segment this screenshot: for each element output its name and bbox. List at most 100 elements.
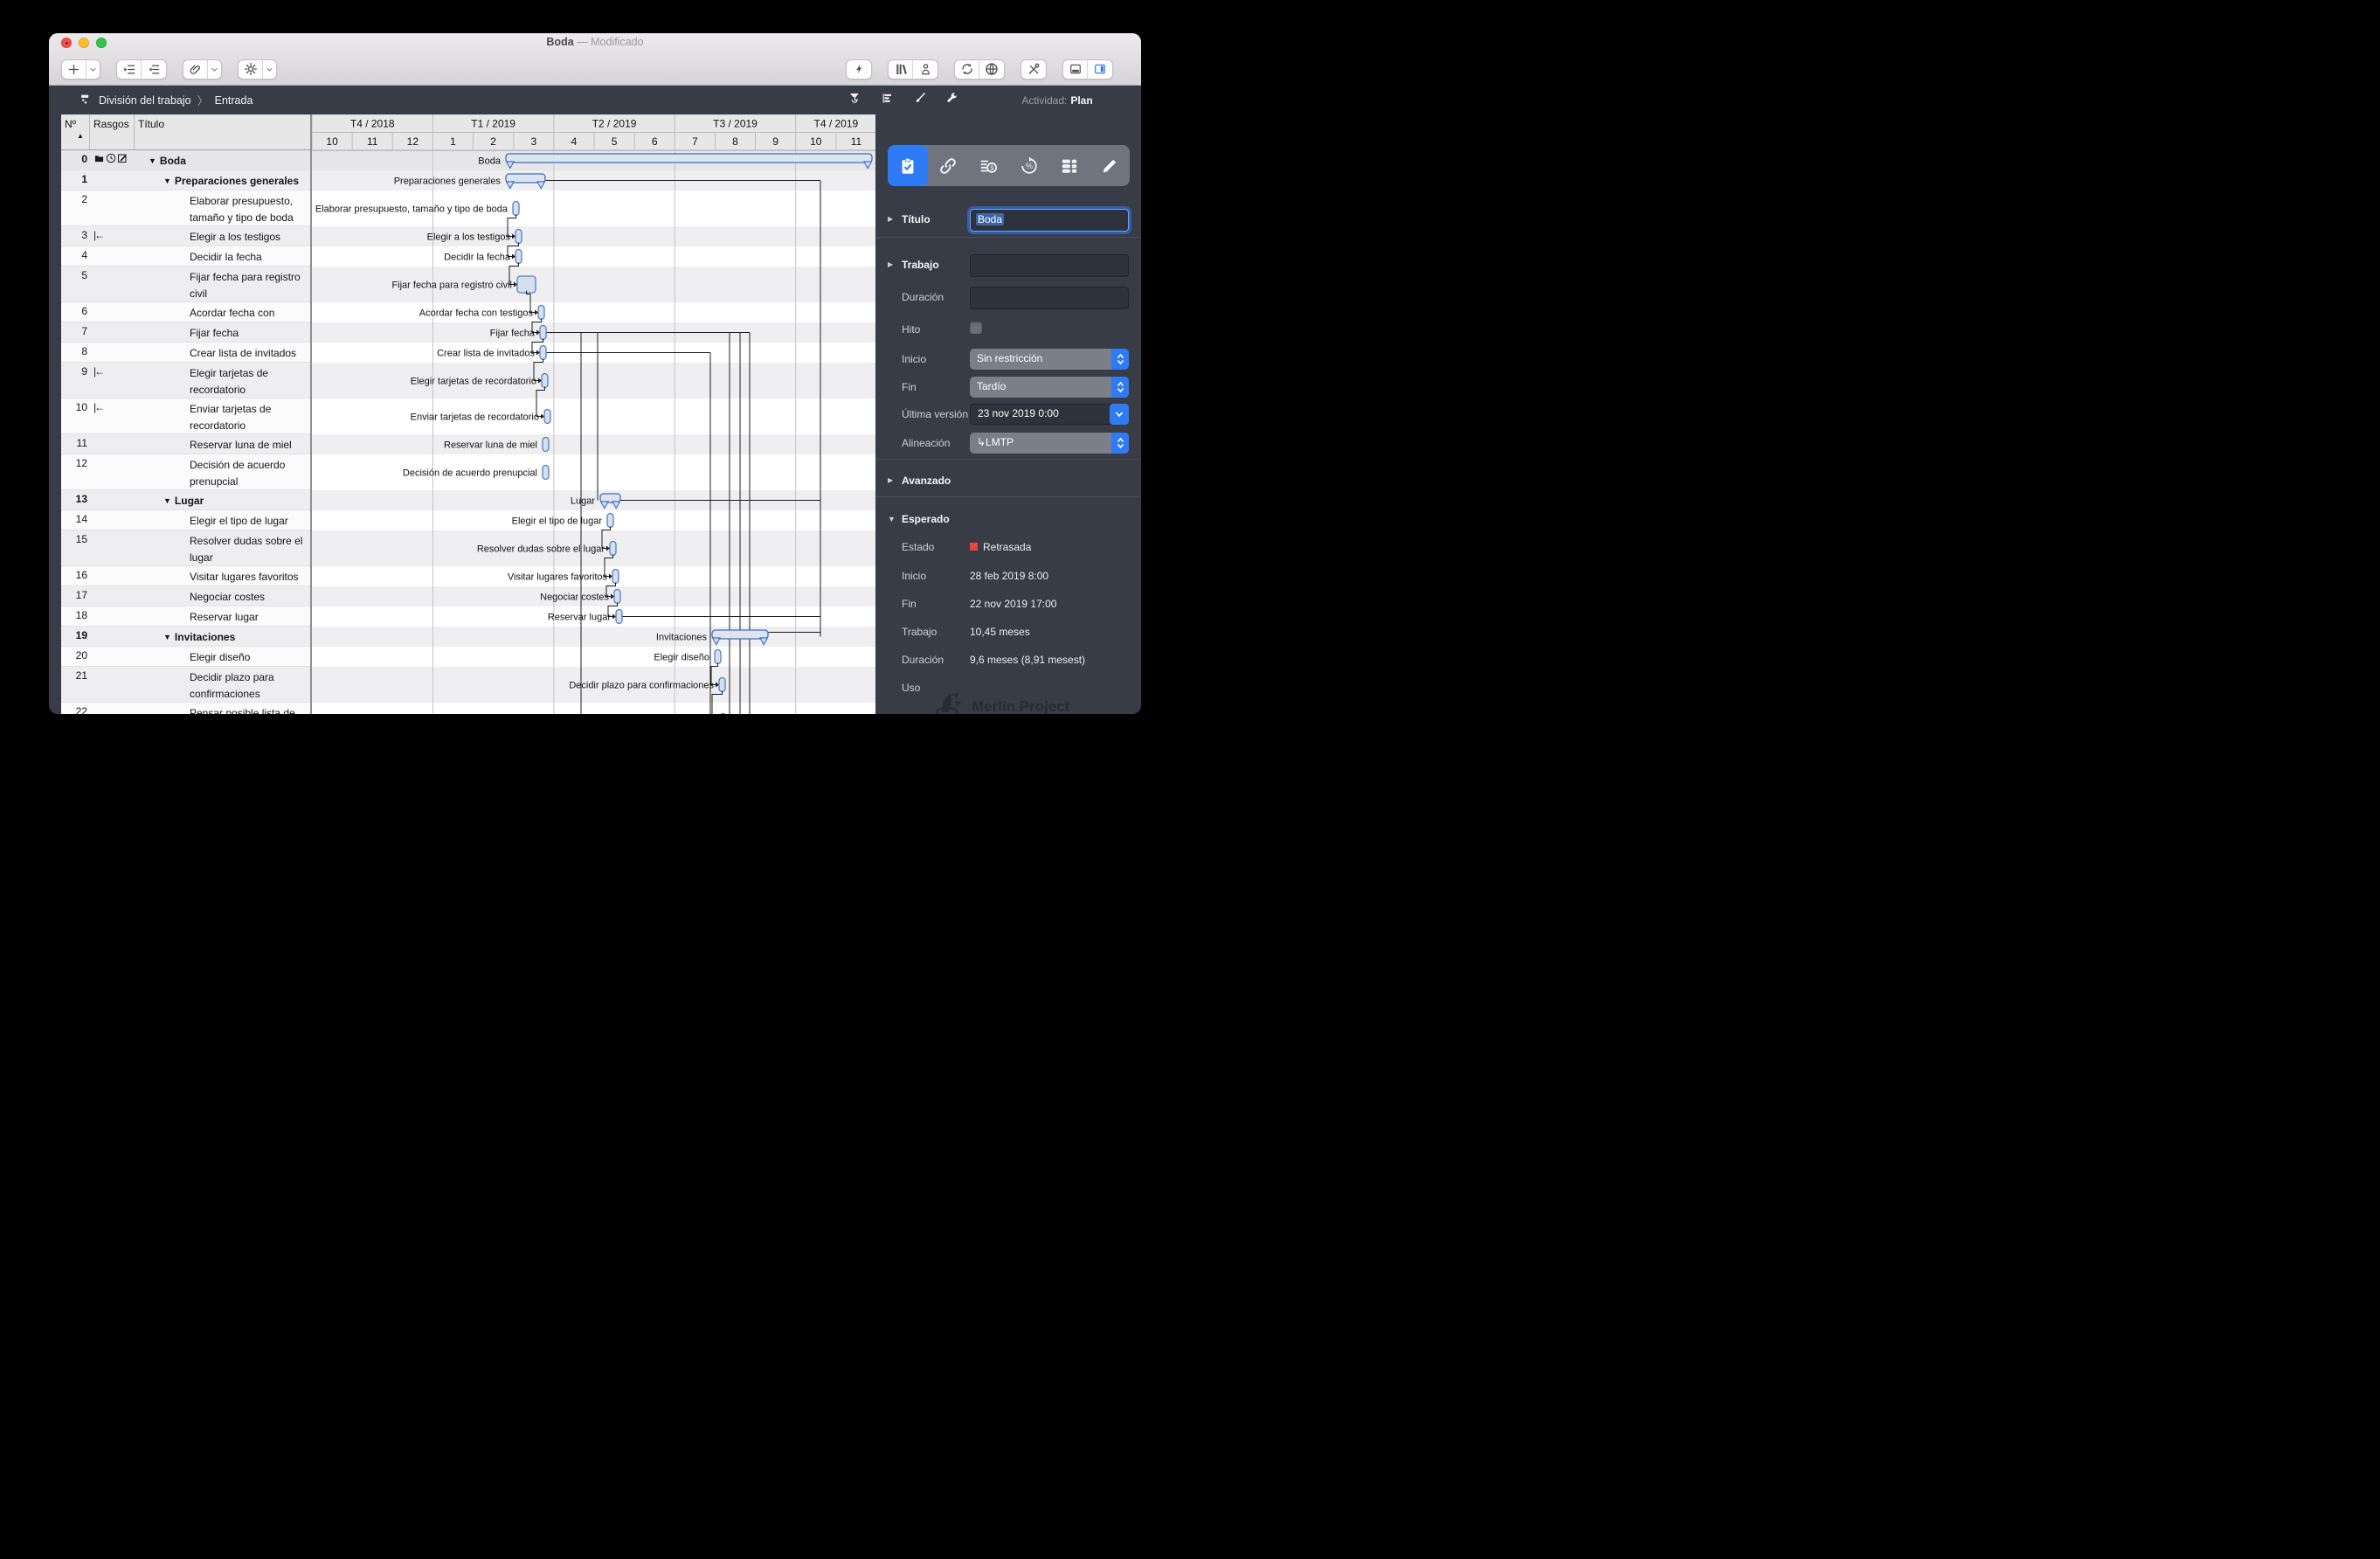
breadcrumb[interactable]: División del trabajo 〉 Entrada: [80, 86, 253, 114]
row-rasgos: [90, 191, 135, 225]
trabajo-input[interactable]: [970, 254, 1129, 277]
table-row[interactable]: 22Pensar posible lista de regalos: [61, 703, 310, 714]
row-title: ▼Lugar: [135, 490, 310, 509]
toolbar: [49, 52, 1141, 86]
resources-button[interactable]: [913, 60, 937, 79]
table-row[interactable]: 16Visitar lugares favoritos: [61, 566, 310, 586]
panel-right-button[interactable]: [1088, 60, 1112, 79]
titulo-input[interactable]: Boda: [970, 209, 1129, 232]
table-row[interactable]: 15Resolver dudas sobre el lugar: [61, 530, 310, 566]
table-row[interactable]: 3|←Elegir a los testigos: [61, 226, 310, 246]
table-row[interactable]: 11Reservar luna de miel: [61, 434, 310, 454]
inspector-tab-rows[interactable]: [1049, 145, 1090, 186]
row-rasgos: [90, 606, 135, 626]
row-title: Crear lista de invitados: [135, 343, 310, 362]
table-row[interactable]: 14Elegir el tipo de lugar: [61, 510, 310, 530]
table-row[interactable]: 19▼Invitaciones: [61, 627, 310, 647]
inspector-panel: $% ▶ Título Boda ▶ Trabajo Duración Hito: [875, 114, 1141, 714]
hito-checkbox[interactable]: [970, 322, 982, 334]
table-row[interactable]: 1▼Preparaciones generales: [61, 170, 310, 191]
column-header-rasgos[interactable]: Rasgos: [90, 114, 135, 149]
attach-button[interactable]: [183, 60, 208, 79]
table-row[interactable]: 5Fijar fecha para registro civil: [61, 267, 310, 302]
column-header-titulo[interactable]: Título: [135, 114, 310, 149]
table-row[interactable]: 18Reservar lugar: [61, 606, 310, 627]
inspector-tab-clipboard[interactable]: [888, 145, 928, 186]
row-title: Reservar luna de miel: [135, 434, 310, 454]
inspector-tab-cost[interactable]: $: [968, 145, 1008, 186]
settings-button[interactable]: [239, 60, 263, 79]
disclosure-icon[interactable]: ▶: [888, 476, 893, 484]
alineacion-select[interactable]: ↳LMTP: [970, 433, 1129, 454]
row-rasgos: [90, 566, 135, 585]
svg-text:8: 8: [732, 135, 738, 148]
table-row[interactable]: 17Negociar costes: [61, 586, 310, 606]
table-row[interactable]: 12Decisión de acuerdo prenupcial: [61, 454, 310, 490]
collapse-triangle-icon[interactable]: ▼: [163, 496, 171, 505]
collapse-triangle-icon[interactable]: ▼: [149, 156, 156, 165]
row-rasgos: [90, 170, 135, 190]
add-button[interactable]: [62, 60, 86, 79]
collapse-triangle-icon[interactable]: ▼: [163, 177, 171, 185]
field-fin: Fin Tardío: [875, 378, 1141, 399]
duracion-input[interactable]: [970, 287, 1129, 309]
status-color-icon: [970, 543, 978, 551]
toolbar-group: [954, 59, 1005, 80]
toolbar-group: [1020, 59, 1047, 80]
breadcrumb-view[interactable]: Entrada: [215, 94, 253, 107]
row-rasgos: [90, 627, 135, 646]
svg-text:Decidir la fecha: Decidir la fecha: [444, 253, 511, 263]
table-row[interactable]: 13▼Lugar: [61, 490, 310, 510]
row-number: 5: [61, 267, 90, 301]
table-row[interactable]: 21Decidir plazo para confirmaciones: [61, 667, 310, 703]
sync-button[interactable]: [955, 60, 979, 79]
svg-text:Reservar luna de miel: Reservar luna de miel: [444, 440, 537, 451]
column-header-num[interactable]: Nº▲: [61, 114, 90, 149]
table-row[interactable]: 7Fijar fecha: [61, 322, 310, 343]
toolbar-group: [846, 59, 872, 80]
section-esperado[interactable]: ▼ Esperado: [875, 510, 1141, 531]
row-title: Decidir plazo para confirmaciones: [135, 667, 310, 702]
inspector-tab-pencil[interactable]: [1090, 145, 1130, 186]
row-rasgos: [90, 150, 135, 170]
globe-button[interactable]: [979, 60, 1004, 79]
library-button[interactable]: [889, 60, 913, 79]
svg-text:11: 11: [850, 135, 861, 148]
indent-button[interactable]: [117, 60, 142, 79]
gantt-chart[interactable]: 1011121234567891011T4 / 2018T1 / 2019T2 …: [312, 114, 876, 714]
inspector-tab-link[interactable]: [928, 145, 968, 186]
disclosure-open-icon[interactable]: ▼: [888, 515, 896, 523]
svg-text:Elegir tarjetas de recordatori: Elegir tarjetas de recordatorio: [410, 377, 536, 387]
row-number: 16: [61, 566, 90, 585]
field-hito: Hito: [875, 321, 1141, 342]
ultima-version-combo[interactable]: 23 nov 2019 0:00: [970, 404, 1129, 425]
table-row[interactable]: 9|←Elegir tarjetas de recordatorio: [61, 363, 310, 398]
table-row[interactable]: 2Elaborar presupuesto, tamaño y tipo de …: [61, 191, 310, 226]
wbs-icon: [80, 94, 93, 107]
table-row[interactable]: 8Crear lista de invitados: [61, 343, 310, 363]
field-esperado-trabajo: Trabajo 10,45 meses: [875, 623, 1141, 644]
chevron-down-icon[interactable]: [86, 60, 100, 79]
chevron-down-icon[interactable]: [208, 60, 221, 79]
table-row[interactable]: 20Elegir diseño: [61, 647, 310, 667]
section-avanzado[interactable]: ▶ Avanzado: [875, 472, 1141, 493]
bolt-button[interactable]: [847, 60, 871, 79]
outdent-button[interactable]: [142, 60, 166, 79]
chevron-down-icon[interactable]: [263, 60, 276, 79]
collapse-triangle-icon[interactable]: ▼: [163, 633, 171, 641]
inicio-select[interactable]: Sin restricción: [970, 349, 1129, 370]
filter-icon[interactable]: [848, 92, 861, 109]
breadcrumb-root[interactable]: División del trabajo: [99, 94, 191, 107]
tools-button[interactable]: [1021, 60, 1046, 79]
table-row[interactable]: 0▼Boda: [61, 150, 310, 170]
disclosure-icon[interactable]: ▶: [888, 260, 893, 268]
panel-bottom-button[interactable]: [1063, 60, 1088, 79]
fin-select[interactable]: Tardío: [970, 377, 1129, 398]
chart-bars-icon[interactable]: [881, 92, 894, 109]
svg-text:5: 5: [611, 135, 617, 148]
table-row[interactable]: 4Decidir la fecha: [61, 246, 310, 267]
table-row[interactable]: 10|←Enviar tarjetas de recordatorio: [61, 398, 310, 434]
table-row[interactable]: 6Acordar fecha con testigos: [61, 302, 310, 322]
inspector-tab-percent[interactable]: %: [1009, 145, 1049, 186]
disclosure-icon[interactable]: ▶: [888, 215, 893, 223]
